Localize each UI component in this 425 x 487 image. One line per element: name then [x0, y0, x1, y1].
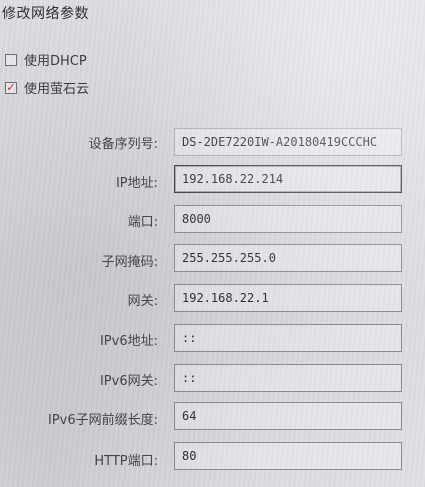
ipv6-prefix-label: IPv6子网前缀长度:	[47, 413, 158, 428]
subnet-mask-field[interactable]: 255.255.255.0	[174, 244, 402, 272]
gateway-field[interactable]: 192.168.22.1	[174, 284, 402, 312]
dhcp-option[interactable]: 使用DHCP	[5, 50, 87, 69]
port-field[interactable]: 8000	[174, 205, 402, 233]
mask-label: 子网掩码:	[101, 255, 158, 270]
ezviz-label: 使用萤石云	[24, 82, 90, 97]
ezviz-option[interactable]: ✓ 使用萤石云	[5, 78, 89, 97]
ipv6-prefix-field[interactable]: 64	[174, 402, 402, 430]
ipv6-field[interactable]: ::	[174, 324, 402, 352]
ipv6-label: IPv6地址:	[99, 334, 158, 349]
ip-field[interactable]: 192.168.22.214	[174, 165, 402, 193]
ipv6-gateway-label: IPv6网关:	[99, 374, 158, 389]
http-port-label: HTTP端口:	[94, 454, 158, 469]
gateway-label: 网关:	[127, 294, 158, 309]
checkmark-icon: ✓	[6, 80, 16, 94]
port-label: 端口:	[127, 215, 158, 230]
ezviz-checkbox[interactable]: ✓	[5, 80, 17, 94]
dhcp-checkbox[interactable]	[5, 53, 17, 66]
ip-label: IP地址:	[115, 176, 158, 191]
ipv6-gateway-field[interactable]: ::	[174, 364, 402, 392]
serial-field[interactable]: DS-2DE7220IW-A20180419CCCHC	[174, 128, 402, 156]
dhcp-label: 使用DHCP	[24, 54, 87, 69]
serial-label: 设备序列号:	[88, 137, 158, 152]
http-port-field[interactable]: 80	[174, 442, 402, 470]
dialog-title: 修改网络参数	[2, 6, 89, 22]
